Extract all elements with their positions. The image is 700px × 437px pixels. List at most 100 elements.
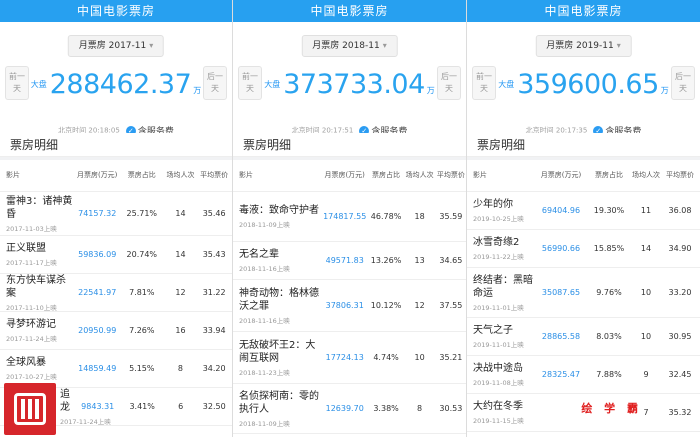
avg-attendance: 12 [414,301,425,310]
monthly-box: 74157.32 [78,209,117,218]
table-row[interactable]: 神奇动物：格林德沃之罪 2018-11-16上映 37806.31 10.12% … [233,280,466,332]
table-row[interactable]: 雷神3：诸神黄昏 2017-11-03上映 74157.32 25.71% 14 … [0,192,232,236]
section-title: 票房明细 [467,133,700,157]
chevron-down-icon: ▾ [149,41,154,50]
monthly-box: 69404.96 [541,206,581,215]
brand-logo [4,383,56,435]
box-share: 9.76% [596,288,622,297]
table-row[interactable]: 正义联盟 2017-11-17上映 59836.09 20.74% 14 35.4… [0,236,232,274]
col-shows[interactable]: 场均人次 [631,171,661,180]
total-unit: 万 [426,86,435,95]
col-film: 影片 [473,171,487,179]
box-share: 5.15% [129,364,155,373]
box-office-table: 影片 月票房(万元) 票房占比 场均人次 平均票价 少年的你 2019-10-25… [467,160,700,437]
avg-price: 35.32 [668,408,692,417]
next-day-button[interactable]: 后一天 [437,66,461,100]
monthly-box: 9843.31 [81,402,115,411]
prev-day-button[interactable]: 前一天 [238,66,262,100]
box-share: 3.41% [129,402,155,411]
summary-card: 月票房 2017-11 ▾ 前一天 大盘 288462.37 万 后一天 北京时间… [0,22,232,142]
release-date: 2017-10-27上映 [6,373,57,381]
table-header: 影片 月票房(万元) 票房占比 场均人次 平均票价 [0,160,232,192]
table-row[interactable]: 东方快车谋杀案 2017-11-10上映 22541.97 7.81% 12 31… [0,274,232,312]
film-title: 天气之子 [473,325,513,336]
month-label: 月票房 2018-11 [312,41,380,51]
box-share: 15.85% [593,244,625,253]
total-box-office: 大盘 373733.04 万 [264,64,435,104]
section-title: 票房明细 [233,133,466,157]
release-date: 2018-11-09上映 [239,221,290,229]
film-title: 名侦探柯南：零的执行人 [239,390,319,415]
release-date: 2019-10-25上映 [473,215,524,223]
avg-attendance: 14 [640,244,652,253]
film-title: 追龙 [60,388,70,413]
film-title: 正义联盟 [6,243,46,254]
monthly-box: 174817.55 [323,212,367,221]
avg-attendance: 14 [175,250,186,259]
release-date: 2018-11-16上映 [239,316,290,325]
table-row[interactable]: 名侦探柯南：零的执行人 2018-11-09上映 12639.70 3.38% 8… [233,384,466,434]
total-label: 大盘 [264,79,281,89]
film-title: 冰雪奇缘2 [473,237,520,248]
section-title: 票房明细 [0,133,232,157]
box-share: 10.12% [370,301,402,310]
table-row[interactable]: 冰雪奇缘2 2019-11-22上映 56990.66 15.85% 14 34.… [467,230,700,268]
release-date: 2019-11-01上映 [473,303,524,312]
box-office-table: 影片 月票房(万元) 票房占比 场均人次 平均票价 毒液：致命守护者 2018-1… [233,160,466,437]
total-value: 288462.37 [49,68,192,100]
film-title: 毒液：致命守护者 [239,205,319,216]
table-row[interactable]: 无敌破坏王2：大闹互联网 2018-11-23上映 17724.13 4.74% … [233,332,466,384]
col-box[interactable]: 月票房(万元) [535,171,587,180]
col-share[interactable]: 票房占比 [587,171,631,180]
col-box[interactable]: 月票房(万元) [321,171,369,180]
monthly-box: 20950.99 [78,326,117,335]
month-label: 月票房 2019-11 [546,41,614,51]
table-row[interactable]: 寻梦环游记 2017-11-24上映 20950.99 7.26% 16 33.9… [0,312,232,350]
table-row[interactable]: 天气之子 2019-11-01上映 28865.58 8.03% 10 30.95 [467,318,700,356]
avg-attendance: 10 [640,332,652,341]
prev-day-button[interactable]: 前一天 [5,66,29,100]
table-row[interactable]: 无名之辈 2018-11-16上映 49571.83 13.26% 13 34.6… [233,242,466,280]
box-share: 3.38% [373,404,399,413]
col-shows[interactable]: 场均人次 [404,171,436,180]
col-share[interactable]: 票房占比 [119,171,165,180]
box-share: 7.88% [596,370,622,379]
avg-attendance: 6 [178,402,184,411]
month-selector[interactable]: 月票房 2017-11 ▾ [67,35,165,57]
film-title: 神奇动物：格林德沃之罪 [239,287,319,312]
col-share[interactable]: 票房占比 [369,171,404,180]
col-box[interactable]: 月票房(万元) [75,171,119,180]
monthly-box: 35087.65 [541,288,581,297]
table-row[interactable]: 少年的你 2019-10-25上映 69404.96 19.30% 11 36.0… [467,192,700,230]
panels: 中国电影票房 月票房 2017-11 ▾ 前一天 大盘 288462.37 万 后… [0,0,700,437]
month-selector[interactable]: 月票房 2019-11 ▾ [535,35,632,57]
table-header: 影片 月票房(万元) 票房占比 场均人次 平均票价 [233,160,466,192]
total-value: 373733.04 [283,68,425,100]
monthly-box: 12639.70 [325,404,364,413]
col-price[interactable]: 平均票价 [196,171,232,180]
monthly-box: 59836.09 [78,250,117,259]
film-title: 少年的你 [473,199,513,210]
table-row[interactable]: 决战中途岛 2019-11-08上映 28325.47 7.88% 9 32.45 [467,356,700,394]
next-day-button[interactable]: 后一天 [671,66,695,100]
monthly-box: 22541.97 [78,288,117,297]
avg-price: 33.94 [202,326,226,335]
col-price[interactable]: 平均票价 [661,171,699,180]
col-shows[interactable]: 场均人次 [165,171,197,180]
avg-attendance: 8 [177,364,183,373]
summary-card: 月票房 2019-11 ▾ 前一天 大盘 359600.65 万 后一天 北京时间… [467,22,700,142]
avg-price: 31.22 [202,288,226,297]
table-row[interactable]: 毒液：致命守护者 2018-11-09上映 174817.55 46.78% 18… [233,192,466,242]
next-day-button[interactable]: 后一天 [203,66,227,100]
month-selector[interactable]: 月票房 2018-11 ▾ [301,35,398,57]
chevron-down-icon: ▾ [382,41,387,50]
col-price[interactable]: 平均票价 [436,171,466,180]
col-film: 影片 [239,171,253,179]
box-share: 4.74% [373,353,399,362]
prev-day-button[interactable]: 前一天 [472,66,496,100]
film-title: 大约在冬季 [473,401,523,412]
table-row[interactable]: 终结者：黑暗命运 2019-11-01上映 35087.65 9.76% 10 3… [467,268,700,318]
w-logo-icon [14,393,46,425]
monthly-box: 28325.47 [541,370,581,379]
film-title: 寻梦环游记 [6,319,56,330]
